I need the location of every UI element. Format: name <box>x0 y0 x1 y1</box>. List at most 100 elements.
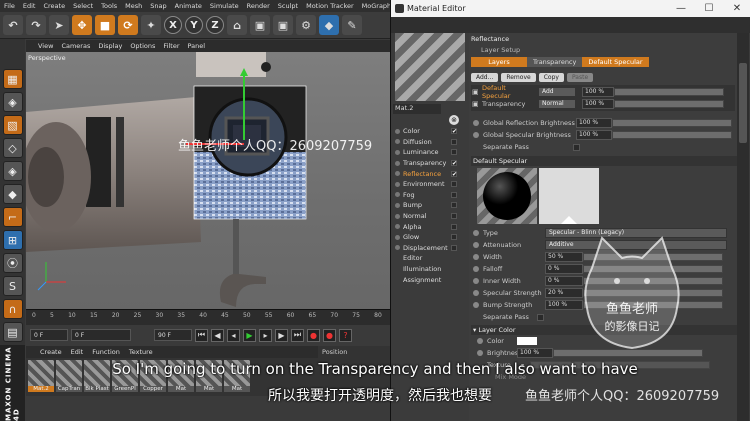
viewport[interactable]: Perspective <box>26 52 390 309</box>
edges-mode-icon[interactable]: ◈ <box>2 161 23 181</box>
layer-row[interactable]: ▣ Transparency Normal 100 % <box>472 98 734 110</box>
channel-checkbox[interactable] <box>451 149 457 156</box>
make-editable-icon[interactable]: ▦ <box>2 69 23 89</box>
channel-fog[interactable]: Fog <box>393 190 465 201</box>
x-axis-toggle[interactable]: X <box>164 16 182 34</box>
channel-bump[interactable]: Bump <box>393 200 465 211</box>
viewport-menu-panel[interactable]: Panel <box>188 42 206 50</box>
channel-checkbox[interactable]: ✔ <box>451 128 457 135</box>
channel-checkbox[interactable] <box>451 181 457 188</box>
add-layer-button[interactable]: Add... <box>471 72 499 82</box>
channel-checkbox[interactable] <box>451 244 457 251</box>
separate-pass-checkbox[interactable] <box>573 143 580 151</box>
layer-opacity-slider[interactable] <box>614 100 724 108</box>
rotate-icon[interactable]: ⟳ <box>118 15 138 35</box>
select-arrow-icon[interactable]: ➤ <box>49 15 69 35</box>
go-to-end-icon[interactable]: ⏭ <box>291 328 304 342</box>
maximize-button[interactable]: ☐ <box>695 3 723 14</box>
channel-transparency[interactable]: Transparency ✔ <box>393 158 465 169</box>
viewport-menu-view[interactable]: View <box>38 42 53 50</box>
menu-simulate[interactable]: Simulate <box>210 2 239 10</box>
viewport-menu-filter[interactable]: Filter <box>163 42 179 50</box>
menu-animate[interactable]: Animate <box>175 2 202 10</box>
layer-name[interactable]: Default Specular <box>482 84 536 100</box>
channel-glow[interactable]: Glow <box>393 232 465 243</box>
material-menu-edit[interactable]: Edit <box>71 348 84 356</box>
channel-environment[interactable]: Environment <box>393 179 465 190</box>
channel-checkbox[interactable] <box>451 202 457 209</box>
menu-create[interactable]: Create <box>43 2 65 10</box>
texture-mode-icon[interactable]: ▧ <box>2 115 23 135</box>
viewport-menu-options[interactable]: Options <box>130 42 155 50</box>
channel-diffusion[interactable]: Diffusion <box>393 137 465 148</box>
channel-checkbox[interactable] <box>451 191 457 198</box>
layer-mode-dropdown[interactable]: Add <box>538 87 576 97</box>
channel-editor[interactable]: Editor <box>393 253 465 264</box>
separate-pass-2-checkbox[interactable] <box>537 313 544 321</box>
cube-icon[interactable]: ◆ <box>319 15 339 35</box>
layer-opacity-slider[interactable] <box>614 88 724 96</box>
menu-snap[interactable]: Snap <box>150 2 166 10</box>
channel-checkbox[interactable] <box>451 234 457 241</box>
layer-opacity-field[interactable]: 100 % <box>582 87 614 97</box>
move-icon[interactable]: ✥ <box>72 15 92 35</box>
menu-mograph[interactable]: MoGraph <box>362 2 392 10</box>
layer-row[interactable]: ▣ Default Specular Add 100 % <box>472 84 734 100</box>
z-axis-toggle[interactable]: Z <box>206 16 224 34</box>
global-reflection-slider[interactable] <box>612 119 732 127</box>
layer-name[interactable]: Transparency <box>482 100 536 108</box>
menu-tools[interactable]: Tools <box>101 2 117 10</box>
material-preview[interactable] <box>395 33 465 101</box>
global-specular-field[interactable]: 100 % <box>576 130 612 140</box>
redo-icon[interactable]: ↷ <box>26 15 46 35</box>
material-name-field[interactable]: Mat.2 <box>393 104 441 114</box>
viewport-menu-cameras[interactable]: Cameras <box>61 42 90 50</box>
pen-icon[interactable]: ✎ <box>342 15 362 35</box>
workplane-icon[interactable]: ▤ <box>2 322 23 342</box>
channel-checkbox[interactable]: ✔ <box>451 170 457 177</box>
material-menu-texture[interactable]: Texture <box>129 348 153 356</box>
record-icon[interactable]: ● <box>307 328 320 342</box>
play-icon[interactable]: ▶ <box>243 328 256 342</box>
lc-color-swatch[interactable] <box>517 337 537 345</box>
paste-layer-button[interactable]: Paste <box>566 72 594 82</box>
global-specular-slider[interactable] <box>612 131 732 139</box>
render-view-icon[interactable]: ▣ <box>250 15 270 35</box>
scale-icon[interactable]: ■ <box>95 15 115 35</box>
axis-mode-icon[interactable]: ⌐ <box>2 207 23 227</box>
enable-snap-icon[interactable]: S <box>2 276 23 296</box>
channel-displacement[interactable]: Displacement <box>393 243 465 254</box>
next-key-icon[interactable]: ▶ <box>275 328 288 342</box>
copy-layer-button[interactable]: Copy <box>538 72 564 82</box>
timeline[interactable]: 0 5 10 15 20 25 30 35 40 45 50 55 60 65 … <box>26 309 390 325</box>
render-settings-icon[interactable]: ⚙ <box>296 15 316 35</box>
menu-edit[interactable]: Edit <box>23 2 36 10</box>
channel-checkbox[interactable]: ✔ <box>451 160 457 167</box>
material-options-icon[interactable]: ⊗ <box>449 115 459 125</box>
channel-checkbox[interactable] <box>451 138 457 145</box>
layer-mode-dropdown[interactable]: Normal <box>538 99 576 109</box>
channel-checkbox[interactable] <box>451 213 457 220</box>
menu-file[interactable]: File <box>4 2 15 10</box>
autokey-icon[interactable]: ● <box>323 328 336 342</box>
menu-render[interactable]: Render <box>247 2 270 10</box>
frame-current-field[interactable]: 0 F <box>71 329 131 341</box>
undo-icon[interactable]: ↶ <box>3 15 23 35</box>
polygons-mode-icon[interactable]: ◆ <box>2 184 23 204</box>
magnet-icon[interactable]: ∩ <box>2 299 23 319</box>
y-axis-toggle[interactable]: Y <box>185 16 203 34</box>
tab-default-specular[interactable]: Default Specular <box>582 57 649 67</box>
channel-color[interactable]: Color ✔ <box>393 126 465 137</box>
recent-tool-icon[interactable]: ✦ <box>141 15 161 35</box>
channel-assignment[interactable]: Assignment <box>393 274 465 285</box>
minimize-button[interactable]: — <box>667 3 695 14</box>
channel-checkbox[interactable] <box>451 223 457 230</box>
layer-eye-icon[interactable]: ▣ <box>472 88 482 96</box>
layer-opacity-field[interactable]: 100 % <box>582 99 614 109</box>
help-icon[interactable]: ? <box>339 328 352 342</box>
prev-key-icon[interactable]: ◀ <box>211 328 224 342</box>
channel-alpha[interactable]: Alpha <box>393 221 465 232</box>
global-reflection-field[interactable]: 100 % <box>576 118 612 128</box>
viewport-menu-display[interactable]: Display <box>98 42 122 50</box>
tweak-mode-icon[interactable]: ⊞ <box>2 230 23 250</box>
